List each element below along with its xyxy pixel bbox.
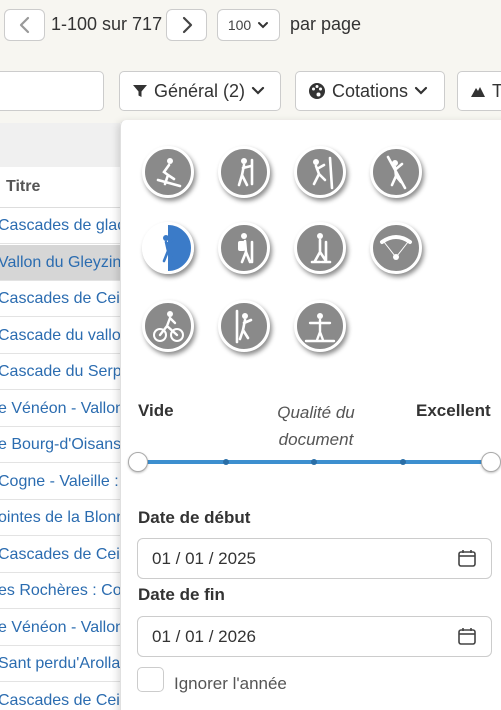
ignore-year-checkbox[interactable] — [137, 667, 164, 692]
table-row[interactable]: Cascades de Ceilla — [0, 281, 120, 317]
per-page-value: 100 — [227, 17, 252, 33]
table-row[interactable]: Cogne - Valeille : L — [0, 464, 120, 500]
activity-toggle-mountain-biking[interactable] — [142, 300, 194, 352]
pagination-range: 1-100 sur 717 — [51, 14, 163, 34]
start-date-value: 01 / 01 / 2025 — [152, 548, 256, 568]
table-row[interactable]: Cascades de glace — [0, 208, 120, 244]
table-row[interactable]: Vallon du Gleyzin : — [0, 244, 120, 281]
activity-toggle-via-ferrata[interactable] — [218, 300, 270, 352]
activity-toggle-rock-climbing[interactable] — [370, 146, 422, 198]
ignore-year-label: Ignorer l'année — [174, 674, 287, 693]
outing-title-link[interactable]: Cascades de Ceilla — [0, 546, 120, 564]
quality-title: Qualité du document — [277, 403, 355, 449]
chevron-right-icon — [182, 16, 192, 34]
slacklining-icon — [304, 313, 336, 343]
ice-axe-climber-icon — [237, 158, 254, 187]
calendar-icon[interactable] — [457, 548, 477, 568]
funnel-icon — [133, 85, 147, 97]
chevron-down-icon — [258, 22, 269, 29]
activity-toggle-mountain-climbing[interactable] — [294, 146, 346, 198]
start-date-input[interactable]: 01 / 01 / 2025 — [137, 538, 492, 579]
ice-climbing-icon — [162, 235, 176, 263]
cotations-filter-button[interactable]: Cotations — [295, 71, 445, 111]
chevron-down-icon — [414, 86, 428, 95]
activity-toggle-snowshoeing[interactable] — [294, 222, 346, 274]
hiking-icon — [238, 233, 254, 264]
per-page-label: par page — [290, 14, 362, 34]
quality-slider-max-handle[interactable] — [481, 452, 501, 472]
rock-climbing-icon — [386, 155, 407, 190]
outing-title-link[interactable]: Cascades de Ceilla — [0, 290, 120, 308]
cotations-filter-label: Cotations — [332, 80, 409, 101]
quality-slider-min-handle[interactable] — [128, 452, 148, 472]
per-page-select[interactable]: 100 — [217, 9, 280, 41]
terrain-filter-button[interactable]: T — [457, 71, 501, 111]
mountain-climbing-icon — [312, 156, 334, 190]
table-row[interactable]: e Vénéon - Vallon — [0, 391, 120, 427]
general-filter-label: Général (2) — [154, 80, 246, 101]
search-input[interactable] — [0, 71, 104, 111]
general-filter-button[interactable]: Général (2) — [119, 71, 281, 111]
outing-title-link[interactable]: es Rochères : Com — [0, 582, 120, 600]
outing-title-link[interactable]: Cascade du Serpol — [0, 363, 120, 381]
filter-bar: Général (2) Cotations T — [0, 60, 501, 123]
calendar-icon[interactable] — [457, 626, 477, 646]
end-date-input[interactable]: 01 / 01 / 2026 — [137, 616, 492, 657]
outing-title-link[interactable]: Cogne - Valeille : L — [0, 473, 120, 491]
table-row[interactable]: es Rochères : Com — [0, 573, 120, 609]
previous-page-button[interactable] — [4, 9, 45, 41]
terrain-filter-label: T — [492, 81, 501, 102]
activity-toggle-snow-ice-mixed[interactable] — [218, 146, 270, 198]
end-date-label: Date de fin — [138, 585, 225, 604]
pagination-bar: 1-100 sur 717 100 par page — [0, 0, 501, 60]
outings-table: Titre Cascades de glace Vallon du Gleyzin… — [0, 123, 120, 710]
table-row[interactable]: Cascade du Serpol — [0, 354, 120, 390]
table-row[interactable]: e Vénéon - Vallon — [0, 610, 120, 646]
activity-toggle-hiking[interactable] — [218, 222, 270, 274]
slider-tick — [223, 459, 229, 465]
snowshoeing-icon — [310, 233, 332, 264]
outing-title-link[interactable]: Sant perdu'Arolla : — [0, 655, 120, 673]
table-row[interactable]: Cascade du vallon — [0, 318, 120, 354]
activity-toggle-ice-climbing[interactable] — [142, 222, 194, 274]
table-row[interactable]: Cascades de Ceilla — [0, 683, 120, 710]
outing-title-link[interactable]: e Vénéon - Vallon — [0, 400, 120, 418]
activity-toggle-slacklining[interactable] — [294, 300, 346, 352]
table-header: Titre — [0, 123, 120, 208]
mountain-biking-icon — [153, 311, 184, 342]
outing-title-link[interactable]: Cascades de glace — [0, 217, 120, 235]
outing-title-link[interactable]: Vallon du Gleyzin : — [0, 254, 120, 272]
activity-toggle-skitouring[interactable] — [142, 146, 194, 198]
slider-tick — [400, 459, 406, 465]
table-row[interactable]: Cascades de Ceilla — [0, 537, 120, 573]
table-row[interactable]: Sant perdu'Arolla : — [0, 646, 120, 682]
table-row[interactable]: e Bourg-d'Oisans — [0, 427, 120, 463]
activity-toggle-paragliding[interactable] — [370, 222, 422, 274]
quality-min-label: Vide — [138, 401, 174, 420]
chevron-left-icon — [19, 16, 29, 34]
table-row[interactable]: ointes de la Blonn — [0, 500, 120, 536]
skitouring-icon — [156, 158, 182, 188]
column-header-title[interactable]: Titre — [6, 178, 40, 196]
paragliding-icon — [380, 235, 412, 260]
outing-title-link[interactable]: Cascades de Ceilla — [0, 692, 120, 710]
outing-title-link[interactable]: e Bourg-d'Oisans — [0, 436, 120, 454]
palette-icon — [309, 83, 325, 99]
outing-title-link[interactable]: e Vénéon - Vallon — [0, 619, 120, 637]
quality-max-label: Excellent — [416, 401, 491, 420]
end-date-value: 01 / 01 / 2026 — [152, 626, 256, 646]
chevron-down-icon — [251, 86, 265, 95]
outing-title-link[interactable]: ointes de la Blonn — [0, 509, 120, 527]
via-ferrata-icon — [235, 309, 253, 344]
outing-title-link[interactable]: Cascade du vallon — [0, 327, 120, 345]
start-date-label: Date de début — [138, 508, 251, 527]
mountain-icon — [471, 87, 485, 97]
slider-tick — [311, 459, 317, 465]
next-page-button[interactable] — [166, 9, 207, 41]
